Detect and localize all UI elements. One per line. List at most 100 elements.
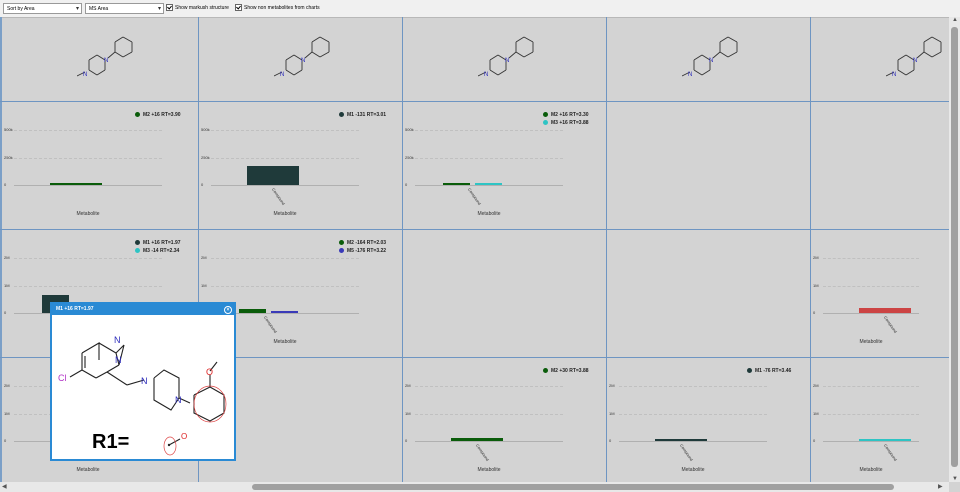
bond-line xyxy=(96,69,106,76)
chart-bar[interactable] xyxy=(247,166,299,185)
structure-cell[interactable]: NN xyxy=(477,34,548,84)
x-axis-title: Metabolite xyxy=(76,467,100,473)
chart-cell[interactable]: 500k 250k 0 M1 -131 RT=3.01 Compound Metaboli… xyxy=(199,102,402,229)
bond-line xyxy=(923,36,933,43)
popup-atom-n: N xyxy=(141,376,148,386)
y-tick-label: 2M xyxy=(813,383,819,388)
chart-cell[interactable]: 2M 1M 0 M1 -76 RT=3.46 Compound Metabolite xyxy=(607,358,810,482)
legend-dot-icon xyxy=(339,240,344,246)
toolbar: Sort by Area ▾ MS Area ▾ Show markush st… xyxy=(0,0,960,18)
sort-select[interactable]: Sort by Area ▾ xyxy=(3,3,82,14)
scroll-right-icon[interactable]: ▶ xyxy=(938,483,943,490)
structure-cell[interactable]: NN xyxy=(681,34,752,84)
legend-item: M2 -164 RT=2.03 xyxy=(339,240,386,246)
bond-line xyxy=(719,36,729,43)
popup-atom-o: O xyxy=(206,367,213,377)
y-tick-label: 2M xyxy=(609,383,615,388)
checkbox-checked-icon[interactable] xyxy=(166,4,173,12)
horizontal-scroll-thumb[interactable] xyxy=(252,484,894,490)
bond-line xyxy=(489,54,499,61)
legend-dot-icon xyxy=(339,248,344,254)
y-tick-label: 0 xyxy=(813,310,816,315)
gridline xyxy=(14,130,162,131)
scroll-down-icon[interactable]: ▼ xyxy=(952,476,958,482)
markush-checkbox-label: Show markush structure xyxy=(175,5,229,11)
structure-cell[interactable]: NN xyxy=(273,34,344,84)
structure-cell[interactable]: NN xyxy=(76,34,147,84)
legend-dot-icon xyxy=(135,112,140,118)
legend-item: M3 +16 RT=3.88 xyxy=(543,120,589,126)
x-category-label: Compound xyxy=(262,315,279,334)
y-tick-label: 250k xyxy=(405,154,414,160)
y-tick-label: 2M xyxy=(4,255,10,260)
x-axis-line xyxy=(211,185,359,186)
legend-item: M1 +16 RT=1.97 xyxy=(135,240,181,246)
markush-checkbox[interactable]: Show markush structure xyxy=(166,4,229,13)
vertical-scroll-thumb[interactable] xyxy=(951,27,958,467)
close-icon[interactable]: × xyxy=(224,306,232,314)
gridline xyxy=(619,386,767,387)
gridline xyxy=(823,285,919,287)
bond-line xyxy=(122,51,133,58)
measure-select[interactable]: MS Area ▾ xyxy=(85,3,164,14)
structure-cell[interactable]: NN xyxy=(885,34,956,84)
nonmetabolites-checkbox[interactable]: Show non metabolites from charts xyxy=(235,4,320,13)
chart-bar[interactable] xyxy=(50,183,102,185)
atom-label-n: N xyxy=(913,58,917,64)
scroll-up-icon[interactable]: ▲ xyxy=(952,17,958,23)
gridline xyxy=(14,285,162,287)
measure-select-value: MS Area xyxy=(89,6,109,12)
chart-bar[interactable] xyxy=(451,438,503,441)
scroll-left-icon[interactable]: ◀ xyxy=(2,483,7,490)
chart-bar[interactable] xyxy=(271,311,298,313)
structure-drawing: NN xyxy=(477,36,534,78)
y-tick-label: 0 xyxy=(201,182,204,187)
structure-popup[interactable]: M1 +16 RT=1.97 × N N N N Cl O R1= O xyxy=(50,302,236,461)
legend-label: M5 -176 RT=3.22 xyxy=(347,248,387,254)
x-axis-title: Metabolite xyxy=(681,467,705,473)
y-tick-label: 250k xyxy=(4,154,13,160)
chart-cell[interactable]: 500k 250k 0 M2 +16 RT=3.30 M3 +16 RT=3.88 Com… xyxy=(403,102,606,229)
popup-structure-drawing: N N N N Cl O R1= O xyxy=(58,335,227,456)
bond-line xyxy=(923,51,933,58)
atom-label-n: N xyxy=(83,72,87,78)
bond-line xyxy=(304,51,313,59)
chart-bar[interactable] xyxy=(859,307,911,313)
legend-label: M1 +16 RT=1.97 xyxy=(143,240,181,246)
bond-line xyxy=(727,36,738,43)
gridline xyxy=(211,130,359,131)
bond-line xyxy=(293,69,303,76)
vertical-scrollbar[interactable]: ▲ ▼ xyxy=(949,17,960,482)
bond-line xyxy=(515,51,525,58)
popup-title-bar[interactable]: M1 +16 RT=1.97 × xyxy=(52,304,234,315)
legend-label: M1 -131 RT=3.01 xyxy=(347,112,387,118)
y-tick-label: 0 xyxy=(609,438,612,443)
atom-label-n: N xyxy=(104,58,108,64)
y-tick-label: 0 xyxy=(4,182,7,187)
legend-item: M3 -14 RT=2.34 xyxy=(135,248,179,254)
atom-label-n: N xyxy=(892,72,896,78)
chart-cell[interactable]: 500k 250k 0 M2 +16 RT=3.90 Metabolite xyxy=(2,102,198,229)
chart-cell[interactable]: 2M 1M 0 Compound Metabolite xyxy=(811,358,949,482)
horizontal-scrollbar[interactable]: ◀ ▶ xyxy=(0,482,949,492)
gridline xyxy=(415,386,563,387)
checkbox-checked-icon[interactable] xyxy=(235,4,242,12)
chart-bar[interactable] xyxy=(859,439,911,441)
bond-line xyxy=(114,36,124,43)
legend-dot-icon xyxy=(747,368,752,374)
bond-line xyxy=(897,69,907,76)
atom-label-n: N xyxy=(709,58,713,64)
x-category-label: Compound xyxy=(474,443,491,462)
chart-bar[interactable] xyxy=(655,439,707,441)
chart-cell[interactable]: 2M 1M 0 M2 +30 RT=3.88 Compound Metabolite xyxy=(403,358,606,482)
structure-drawing: NN xyxy=(885,36,942,78)
legend-dot-icon xyxy=(135,240,140,246)
x-axis-title: Metabolite xyxy=(273,339,297,345)
chart-bar[interactable] xyxy=(475,183,502,185)
chart-bar[interactable] xyxy=(443,183,470,185)
y-tick-label: 500k xyxy=(201,127,210,132)
y-tick-label: 2M xyxy=(201,255,207,260)
chart-cell[interactable]: 2M 1M 0 Compound Metabolite xyxy=(811,230,949,357)
chart-bar[interactable] xyxy=(239,308,266,313)
x-category-label: Compound xyxy=(466,187,483,206)
